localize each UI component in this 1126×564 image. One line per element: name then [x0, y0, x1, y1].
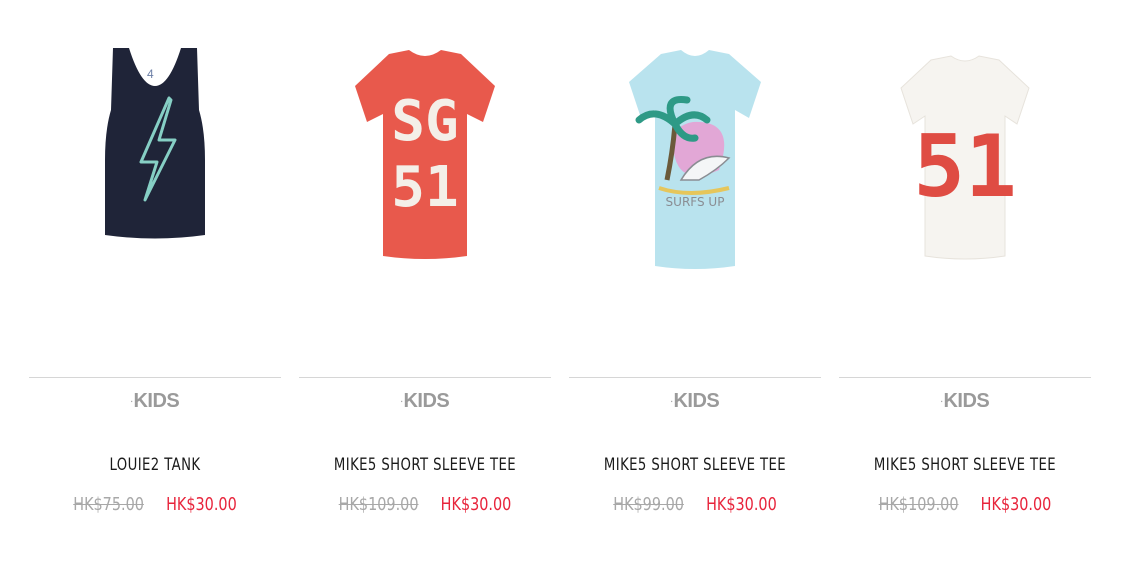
blue-tee-image: SURFS UP [629, 50, 761, 269]
sale-price: HK$30.00 [980, 494, 1052, 515]
product-title-link[interactable]: MIKE5 SHORT SLEEVE TEE [867, 455, 1064, 475]
card-divider [569, 377, 821, 378]
sale-price: HK$30.00 [440, 494, 512, 515]
product-card: 51 ▪KIDS MIKE5 SHORT SLEEVE TEE HK$109.0… [839, 0, 1091, 564]
product-title-link[interactable]: MIKE5 SHORT SLEEVE TEE [597, 455, 794, 475]
product-title-link[interactable]: MIKE5 SHORT SLEEVE TEE [327, 455, 524, 475]
svg-text:SURFS UP: SURFS UP [666, 195, 725, 209]
red-tee-image: SG 51 [355, 50, 495, 259]
product-title-link[interactable]: LOUIE2 TANK [57, 455, 254, 475]
svg-text:SG: SG [391, 89, 458, 154]
sale-price: HK$30.00 [166, 494, 237, 515]
original-price: HK$109.00 [878, 494, 959, 515]
sale-price: HK$30.00 [706, 494, 777, 515]
svg-text:51: 51 [913, 117, 1017, 217]
brand-logo: ▪KIDS [130, 390, 180, 412]
product-card: SG 51 ▪KIDS MIKE5 SHORT SLEEVE TEE HK$10… [299, 0, 551, 564]
product-card: SURFS UP ▪KIDS MIKE5 SHORT SLEEVE TEE HK… [569, 0, 821, 564]
card-divider [299, 377, 551, 378]
product-card: 4 ▪KIDS LOUIE2 TANK HK$75.00 HK$30.00 [29, 0, 281, 564]
price-row: HK$109.00 HK$30.00 [864, 494, 1066, 515]
product-image-link[interactable]: 4 [29, 30, 281, 350]
tank-top-image: 4 [105, 48, 205, 239]
card-divider [839, 377, 1091, 378]
brand-logo: ▪KIDS [940, 390, 990, 412]
original-price: HK$109.00 [338, 494, 419, 515]
price-row: HK$109.00 HK$30.00 [324, 494, 526, 515]
card-divider [29, 377, 281, 378]
brand-logo: ▪KIDS [400, 390, 450, 412]
white-tee-image: 51 [900, 55, 1030, 260]
original-price: HK$99.00 [613, 494, 684, 515]
original-price: HK$75.00 [73, 494, 144, 515]
brand-logo: ▪KIDS [670, 390, 720, 412]
svg-text:4: 4 [147, 67, 154, 81]
price-row: HK$75.00 HK$30.00 [54, 494, 256, 515]
product-image-link[interactable]: SURFS UP [569, 30, 821, 350]
price-row: HK$99.00 HK$30.00 [594, 494, 796, 515]
product-image-link[interactable]: 51 [839, 30, 1091, 350]
product-grid: 4 ▪KIDS LOUIE2 TANK HK$75.00 HK$30.00 SG… [0, 0, 1126, 564]
svg-text:51: 51 [391, 155, 458, 220]
product-image-link[interactable]: SG 51 [299, 30, 551, 350]
